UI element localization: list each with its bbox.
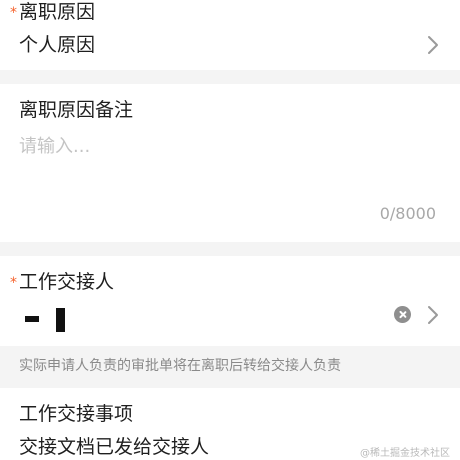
handover-person-row[interactable]: * 工作交接人 xyxy=(0,256,460,346)
reason-note-input[interactable] xyxy=(19,132,439,192)
redacted-name-block xyxy=(56,308,65,332)
handover-items-value[interactable]: 交接文档已发给交接人 xyxy=(19,435,209,459)
required-mark: * xyxy=(10,275,17,291)
reason-label: 离职原因 xyxy=(19,1,96,23)
watermark: @稀土掘金技术社区 xyxy=(360,448,450,459)
chevron-right-icon[interactable] xyxy=(425,304,441,326)
handover-hint: 实际申请人负责的审批单将在离职后转给交接人负责 xyxy=(19,358,341,374)
reason-note-label: 离职原因备注 xyxy=(19,99,134,121)
reason-value: 个人原因 xyxy=(19,34,96,56)
handover-person-input[interactable] xyxy=(19,308,379,334)
handover-items-label: 工作交接事项 xyxy=(19,403,134,425)
handover-person-label: 工作交接人 xyxy=(19,271,115,293)
required-mark: * xyxy=(10,5,17,21)
chevron-right-icon[interactable] xyxy=(425,34,441,56)
char-counter: 0/8000 xyxy=(379,204,436,223)
clear-circle-icon[interactable] xyxy=(394,306,411,323)
reason-note-section: 离职原因备注 0/8000 xyxy=(0,84,460,242)
redacted-name-block xyxy=(25,316,39,322)
reason-row[interactable]: * 离职原因 个人原因 xyxy=(0,0,460,70)
